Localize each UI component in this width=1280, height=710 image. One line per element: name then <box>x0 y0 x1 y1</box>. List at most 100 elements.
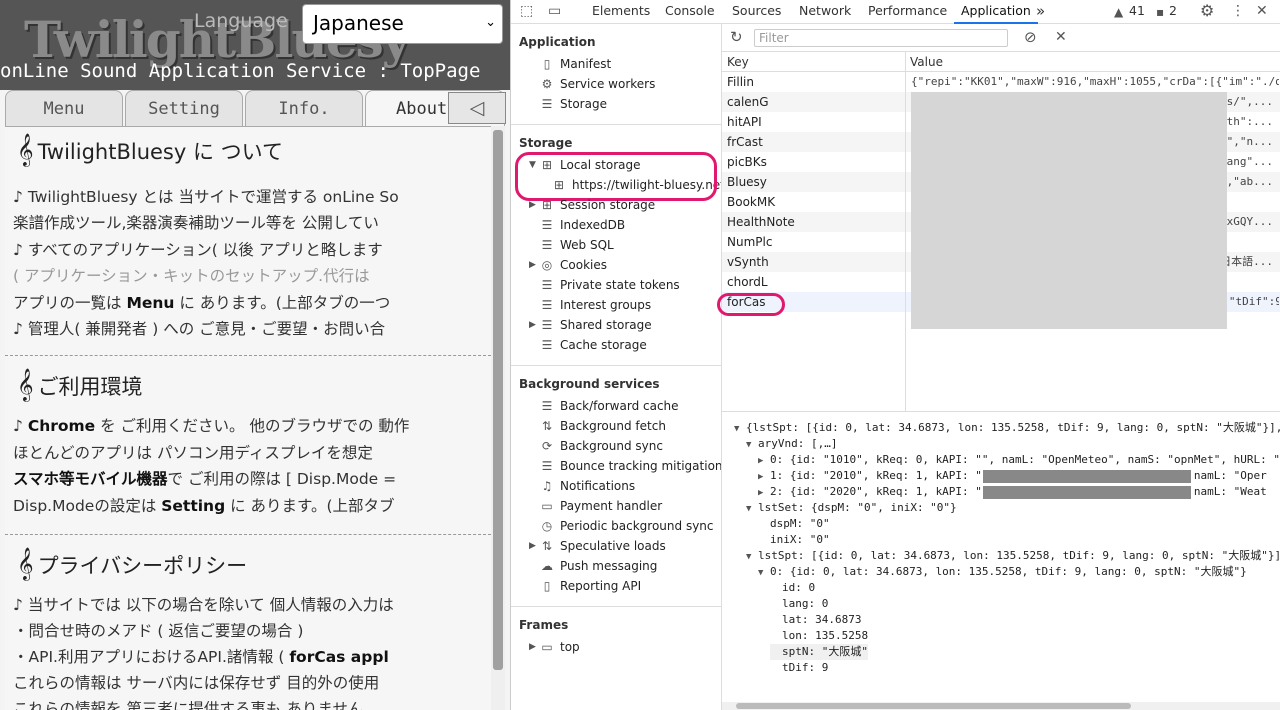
fetch-arrows-icon: ⇅ <box>541 539 553 553</box>
inspect-element-icon[interactable]: ⬚ <box>520 3 533 19</box>
database-icon: ☰ <box>541 338 553 352</box>
line-segment: で ご利用の際は [ Disp.Mode = <box>167 470 397 488</box>
sidebar-item-label: Private state tokens <box>560 278 680 292</box>
issues-count[interactable]: 2 <box>1169 0 1177 24</box>
database-icon: ☰ <box>541 459 553 473</box>
tab-menu[interactable]: Menu <box>5 90 123 126</box>
collapsed-arrow-icon: ▶ <box>529 320 536 330</box>
preview-line[interactable]: lon: 135.5258 <box>770 628 868 644</box>
settings-gear-icon[interactable]: ⚙ <box>1200 1 1214 20</box>
refresh-icon[interactable]: ↻ <box>730 28 743 46</box>
expanded-arrow-icon[interactable]: ▼ <box>734 421 746 437</box>
warning-icon[interactable]: ▲ <box>1114 5 1123 19</box>
preview-line[interactable]: ▼ 0: {id: 0, lat: 34.6873, lon: 135.5258,… <box>758 564 1247 580</box>
tab-network[interactable]: Network <box>799 0 851 24</box>
sidebar-item-bounce-tracking[interactable]: ☰ Bounce tracking mitigations <box>539 456 721 476</box>
collapse-button[interactable]: ◁ <box>448 92 506 124</box>
sidebar-item-private-state-tokens[interactable]: ☰ Private state tokens <box>539 275 680 295</box>
close-devtools-icon[interactable]: ✕ <box>1256 3 1268 19</box>
sidebar-item-payment-handler[interactable]: ▭ Payment handler <box>539 496 662 516</box>
preview-line[interactable]: ▼ lstSpt: [{id: 0, lat: 34.6873, lon: 135… <box>746 548 1280 564</box>
more-options-icon[interactable]: ⋮ <box>1231 3 1245 19</box>
collapsed-arrow-icon[interactable]: ▶ <box>758 485 770 501</box>
delete-selected-icon[interactable]: ✕ <box>1055 29 1067 45</box>
devtools-toolbar: ⬚ ▭ Elements Console Sources Network Per… <box>511 0 1280 24</box>
sidebar-item-storage[interactable]: ☰ Storage <box>539 94 607 114</box>
preview-line[interactable]: tDif: 9 <box>770 660 828 676</box>
tab-elements[interactable]: Elements <box>592 0 650 24</box>
preview-line[interactable]: lat: 34.6873 <box>770 612 861 628</box>
section-line: ・問合せ時のメアド ( 返信ご要望の場合 ) <box>13 619 303 641</box>
line-segment: これらの情報を 第三者に提供する事も ありません。 <box>13 700 379 710</box>
sidebar-item-speculative-loads[interactable]: ▶ ⇅ Speculative loads <box>529 536 666 556</box>
expanded-arrow-icon[interactable]: ▼ <box>746 437 758 453</box>
warnings-count[interactable]: 41 <box>1129 0 1145 24</box>
expanded-arrow-icon[interactable]: ▼ <box>746 549 758 565</box>
sidebar-item-reporting-api[interactable]: ▯ Reporting API <box>539 576 641 596</box>
language-select[interactable]: Japanese ⌄ <box>302 4 503 44</box>
issues-icon[interactable]: ▪ <box>1156 5 1164 19</box>
line-segment: ♪ 管理人( 兼開発者 ) への ご意見・ご要望・お問い合 <box>13 320 386 338</box>
sidebar-item-session-storage[interactable]: ▶ ⊞ Session storage <box>529 195 656 215</box>
sidebar-item-label: Notifications <box>560 479 636 493</box>
preview-line[interactable]: dspM: "0" <box>758 516 830 532</box>
sidebar-item-shared-storage[interactable]: ▶ ☰ Shared storage <box>529 315 652 335</box>
preview-line[interactable]: ▼ {lstSpt: [{id: 0, lat: 34.6873, lon: 13… <box>734 420 1280 436</box>
preview-line[interactable]: id: 0 <box>770 580 815 596</box>
column-value[interactable]: Value <box>905 52 1280 72</box>
sidebar-item-frame-top[interactable]: ▶ ▭ top <box>529 637 580 657</box>
preview-line[interactable]: ▼ aryVnd: [,…] <box>746 436 837 452</box>
preview-line[interactable]: lang: 0 <box>770 596 828 612</box>
scrollbar-thumb[interactable] <box>736 703 1131 709</box>
column-key[interactable]: Key <box>722 52 905 72</box>
sidebar-item-cache-storage[interactable]: ☰ Cache storage <box>539 335 647 355</box>
expanded-arrow-icon[interactable]: ▼ <box>758 565 770 581</box>
sidebar-item-cookies[interactable]: ▶ ◎ Cookies <box>529 255 607 275</box>
preview-line[interactable]: iniX: "0" <box>758 532 830 548</box>
sidebar-item-push-messaging[interactable]: ☁ Push messaging <box>539 556 657 576</box>
table-row[interactable]: Fillin {"repi":"KK01","maxW":916,"maxH":1… <box>722 72 1280 92</box>
collapsed-arrow-icon: ▶ <box>529 642 536 652</box>
sync-icon: ⟳ <box>541 439 553 453</box>
expanded-arrow-icon[interactable]: ▼ <box>746 501 758 517</box>
preview-horizontal-scrollbar[interactable] <box>722 702 1280 710</box>
tab-setting[interactable]: Setting <box>125 90 243 126</box>
preview-line[interactable]: ▼ lstSet: {dspM: "0", iniX: "0"} <box>746 500 957 516</box>
sidebar-item-background-sync[interactable]: ⟳ Background sync <box>539 436 663 456</box>
scrollbar-thumb[interactable] <box>493 130 503 670</box>
section-line: ♪ すべてのアプリケーション( 以後 アプリと略します <box>13 238 383 260</box>
line-segment: ・問合せ時のメアド ( 返信ご要望の場合 ) <box>13 622 304 640</box>
more-tabs-icon[interactable]: » <box>1036 0 1045 24</box>
section-title: 𝄞 プライバシーポリシー <box>17 547 247 581</box>
filter-input[interactable]: Filter <box>754 29 1008 47</box>
line-segment: Menu <box>126 294 175 312</box>
tab-console[interactable]: Console <box>665 0 715 24</box>
tab-application[interactable]: Application <box>954 0 1038 24</box>
tab-sources[interactable]: Sources <box>732 0 781 24</box>
column-divider[interactable] <box>905 52 906 412</box>
preview-line[interactable]: ▶ 0: {id: "1010", kReq: 0, kAPI: "", namL… <box>758 452 1280 468</box>
preview-line[interactable]: sptN: "大阪城" <box>770 644 868 660</box>
clear-all-icon[interactable]: ⊘ <box>1024 28 1037 46</box>
sidebar-item-notifications[interactable]: ♫ Notifications <box>539 476 636 496</box>
sidebar-item-back-forward-cache[interactable]: ☰ Back/forward cache <box>539 396 679 416</box>
section-line: スマホ等モバイル機器で ご利用の際は [ Disp.Mode = <box>13 467 396 489</box>
collapsed-arrow-icon[interactable]: ▶ <box>758 469 770 485</box>
sidebar-item-manifest[interactable]: ▯ Manifest <box>539 54 612 74</box>
sidebar-item-service-workers[interactable]: ⚙ Service workers <box>539 74 656 94</box>
device-toolbar-icon[interactable]: ▭ <box>548 3 561 19</box>
collapsed-arrow-icon[interactable]: ▶ <box>758 453 770 469</box>
tab-performance[interactable]: Performance <box>868 0 947 24</box>
sidebar-item-periodic-background-sync[interactable]: ◷ Periodic background sync <box>539 516 714 536</box>
frame-icon: ▭ <box>541 640 553 654</box>
sidebar-item-background-fetch[interactable]: ⇅ Background fetch <box>539 416 666 436</box>
sidebar-item-web-sql[interactable]: ☰ Web SQL <box>539 235 614 255</box>
tab-info[interactable]: Info. <box>245 90 363 126</box>
chevron-down-icon: ⌄ <box>485 15 496 30</box>
sidebar-item-interest-groups[interactable]: ☰ Interest groups <box>539 295 652 315</box>
sidebar-item-label: Web SQL <box>560 238 614 252</box>
sidebar-item-label: Session storage <box>560 198 656 212</box>
sidebar-item-indexeddb[interactable]: ☰ IndexedDB <box>539 215 626 235</box>
page-scrollbar[interactable] <box>491 126 505 710</box>
preview-text: lat: 34.6873 <box>782 613 862 626</box>
